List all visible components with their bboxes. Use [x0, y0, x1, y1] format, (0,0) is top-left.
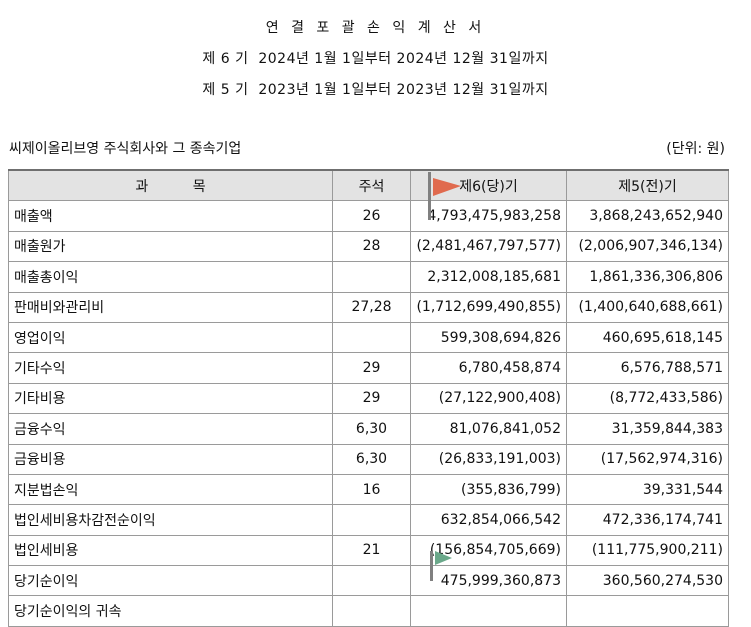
table-row: 판매비와관리비 27,28 (1,712,699,490,855) (1,400,64…	[8, 291, 729, 323]
row-current-value: (2,481,467,797,577)	[410, 230, 567, 263]
row-note	[332, 261, 411, 293]
row-prior-value: 1,861,336,306,806	[566, 261, 729, 293]
row-prior-value	[566, 595, 729, 627]
row-prior-value: 360,560,274,530	[566, 565, 729, 597]
company-name: 씨제이올리브영 주식회사와 그 종속기업	[9, 141, 242, 157]
row-current-value: 6,780,458,874	[410, 352, 567, 384]
row-item-label: 금융수익	[8, 413, 333, 445]
row-prior-value: 472,336,174,741	[566, 504, 729, 536]
row-note: 21	[332, 534, 411, 567]
row-current-value: 632,854,066,542	[410, 504, 567, 536]
header-note: 주석	[332, 169, 411, 202]
row-prior-value: (2,006,907,346,134)	[566, 230, 729, 263]
row-item-label: 지분법손익	[8, 473, 333, 506]
statement-title: 연 결 포 괄 손 익 계 산 서	[265, 20, 486, 36]
period-current: 제 6 기 2024년 1월 1일부터 2024년 12월 31일까지	[202, 51, 549, 67]
green-flag-icon[interactable]	[430, 549, 456, 583]
header-item: 과 목	[8, 169, 333, 202]
row-note	[332, 321, 411, 354]
row-current-value: (1,712,699,490,855)	[410, 291, 567, 323]
row-item-label: 판매비와관리비	[8, 291, 333, 323]
row-note: 29	[332, 352, 411, 384]
row-note: 16	[332, 473, 411, 506]
row-prior-value: (8,772,433,586)	[566, 382, 729, 415]
table-row: 당기순이익의 귀속	[8, 595, 729, 627]
row-item-label: 당기순이익	[8, 565, 333, 597]
row-item-label: 매출액	[8, 200, 333, 232]
row-note	[332, 504, 411, 536]
row-note: 6,30	[332, 413, 411, 445]
row-item-label: 금융비용	[8, 443, 333, 475]
table-row: 영업이익 599,308,694,826 460,695,618,145	[8, 321, 729, 354]
row-item-label: 영업이익	[8, 321, 333, 354]
period-prior: 제 5 기 2023년 1월 1일부터 2023년 12월 31일까지	[202, 82, 549, 98]
flag-pole	[430, 551, 433, 581]
row-prior-value: 460,695,618,145	[566, 321, 729, 354]
table-row: 기타수익 29 6,780,458,874 6,576,788,571	[8, 352, 729, 384]
row-item-label: 법인세비용	[8, 534, 333, 567]
row-prior-value: (111,775,900,211)	[566, 534, 729, 567]
table-row: 매출액 26 4,793,475,983,258 3,868,243,652,940	[8, 200, 729, 232]
table-row: 법인세비용 21 (156,854,705,669) (111,775,900,211…	[8, 534, 729, 567]
row-current-value: (355,836,799)	[410, 473, 567, 506]
row-item-label: 법인세비용차감전순이익	[8, 504, 333, 536]
row-current-value	[410, 595, 567, 627]
row-note: 6,30	[332, 443, 411, 475]
row-prior-value: 3,868,243,652,940	[566, 200, 729, 232]
row-prior-value: (1,400,640,688,661)	[566, 291, 729, 323]
table-row: 기타비용 29 (27,122,900,408) (8,772,433,586)	[8, 382, 729, 415]
red-flag-icon[interactable]	[428, 172, 464, 220]
row-item-label: 매출총이익	[8, 261, 333, 293]
row-note: 28	[332, 230, 411, 263]
row-prior-value: 31,359,844,383	[566, 413, 729, 445]
unit-label: (단위: 원)	[666, 141, 725, 157]
table-row: 금융비용 6,30 (26,833,191,003) (17,562,974,316)	[8, 443, 729, 475]
row-item-label: 매출원가	[8, 230, 333, 263]
flag-cloth	[435, 551, 452, 565]
flag-cloth	[433, 178, 461, 196]
row-item-label: 기타수익	[8, 352, 333, 384]
table-row: 당기순이익 475,999,360,873 360,560,274,530	[8, 565, 729, 597]
row-note: 29	[332, 382, 411, 415]
row-prior-value: 39,331,544	[566, 473, 729, 506]
table-row: 매출총이익 2,312,008,185,681 1,861,336,306,806	[8, 261, 729, 293]
row-current-value: 81,076,841,052	[410, 413, 567, 445]
table-row: 매출원가 28 (2,481,467,797,577) (2,006,907,346,…	[8, 230, 729, 263]
row-note: 26	[332, 200, 411, 232]
table-header-row: 과 목 주석 제6(당)기 제5(전)기	[8, 169, 729, 202]
row-prior-value: 6,576,788,571	[566, 352, 729, 384]
row-current-value: 599,308,694,826	[410, 321, 567, 354]
row-note	[332, 595, 411, 627]
flag-pole	[428, 172, 431, 220]
row-note: 27,28	[332, 291, 411, 323]
table-row: 지분법손익 16 (355,836,799) 39,331,544	[8, 473, 729, 506]
row-current-value: (27,122,900,408)	[410, 382, 567, 415]
table-row: 법인세비용차감전순이익 632,854,066,542 472,336,174,74…	[8, 504, 729, 536]
income-statement-table: 과 목 주석 제6(당)기 제5(전)기 매출액 26 4,793,475,983,…	[8, 169, 729, 627]
row-prior-value: (17,562,974,316)	[566, 443, 729, 475]
header-prior: 제5(전)기	[566, 169, 729, 202]
row-note	[332, 565, 411, 597]
row-item-label: 당기순이익의 귀속	[8, 595, 333, 627]
row-item-label: 기타비용	[8, 382, 333, 415]
table-row: 금융수익 6,30 81,076,841,052 31,359,844,383	[8, 413, 729, 445]
row-current-value: 2,312,008,185,681	[410, 261, 567, 293]
row-current-value: (26,833,191,003)	[410, 443, 567, 475]
